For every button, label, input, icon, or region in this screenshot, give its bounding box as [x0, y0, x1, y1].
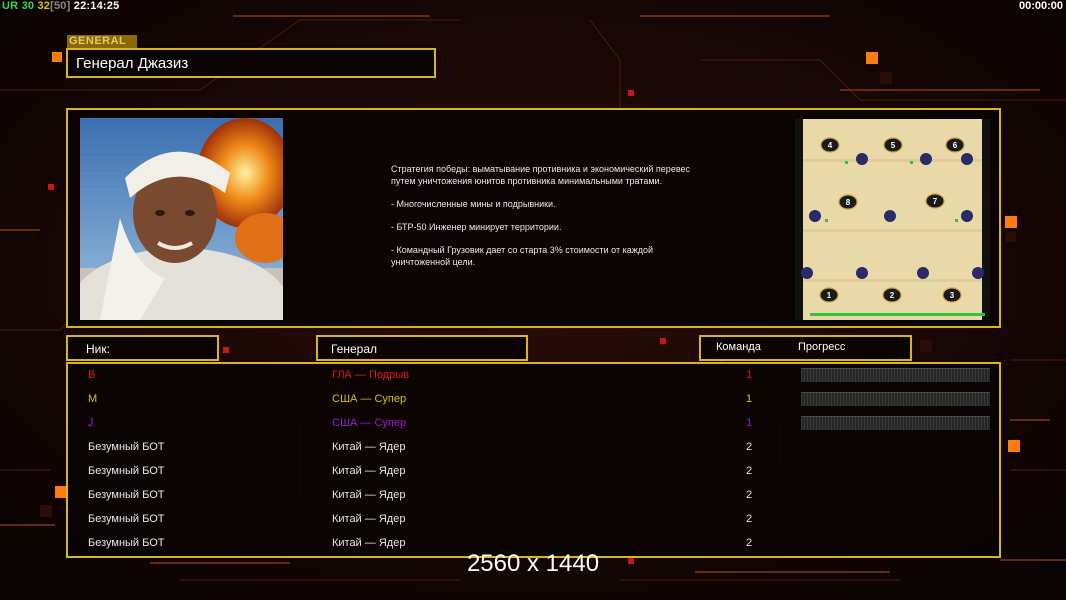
player-row[interactable]: Безумный БОТ Китай — Ядер 2 — [68, 484, 1003, 508]
spawn-label: 3 — [950, 291, 955, 300]
header-team-label: Команда — [716, 341, 761, 353]
general-name: Генерал Джазиз — [76, 55, 189, 72]
player-list: B ГЛА — Подрыв 1 M США — Супер 1 J США —… — [66, 362, 1001, 558]
loading-progress-bar — [801, 416, 990, 430]
loading-progress-bar — [801, 392, 990, 406]
player-general: ГЛА — Подрыв — [332, 369, 410, 381]
header-progress-label: Прогресс — [798, 341, 846, 353]
player-name: Безумный БОТ — [88, 489, 165, 501]
hud-stats: UR 30 32[50] 22:14:25 — [2, 0, 119, 12]
player-team: 1 — [746, 417, 753, 429]
spawn-label: 6 — [953, 141, 958, 150]
player-row[interactable]: M США — Супер 1 — [68, 388, 1003, 412]
player-name: Безумный БОТ — [88, 537, 165, 549]
player-row[interactable]: Безумный БОТ Китай — Ядер 2 — [68, 436, 1003, 460]
player-team: 2 — [746, 489, 753, 501]
player-general: Китай — Ядер — [332, 537, 406, 549]
player-team: 1 — [746, 369, 753, 381]
player-team: 1 — [746, 393, 753, 405]
player-row[interactable]: J США — Супер 1 — [68, 412, 1003, 436]
ur-value: 30 — [21, 0, 35, 12]
general-portrait — [80, 118, 283, 320]
player-name: J — [88, 417, 94, 429]
player-general: Китай — Ядер — [332, 465, 406, 477]
player-general: Китай — Ядер — [332, 489, 406, 501]
fps-value: 32 — [37, 0, 51, 12]
player-row[interactable]: B ГЛА — Подрыв 1 — [68, 364, 1003, 388]
header-name-label: Ник: — [86, 342, 110, 356]
ur-label: UR — [2, 0, 19, 12]
fps-limit: [50] — [50, 0, 71, 12]
player-name: B — [88, 369, 96, 381]
strategy-line: Стратегия победы: выматывание противника… — [391, 164, 691, 186]
strategy-line: - БТР-50 Инженер минирует территории. — [391, 222, 562, 232]
strategy-description: Стратегия победы: выматывание противника… — [391, 163, 701, 279]
player-row[interactable]: Безумный БОТ Китай — Ядер 2 — [68, 460, 1003, 484]
player-name: Безумный БОТ — [88, 465, 165, 477]
match-timer: 00:00:00 — [1018, 0, 1063, 12]
spawn-label: 1 — [827, 291, 832, 300]
strategy-line: - Командный Грузовик дает со старта 3% с… — [391, 245, 654, 267]
spawn-label: 8 — [846, 198, 851, 207]
player-name: Безумный БОТ — [88, 441, 165, 453]
player-name: Безумный БОТ — [88, 513, 165, 525]
header-name: Ник: — [66, 335, 219, 361]
clock: 22:14:25 — [73, 0, 120, 12]
player-team: 2 — [746, 513, 753, 525]
player-row[interactable]: Безумный БОТ Китай — Ядер 2 — [68, 508, 1003, 532]
strategy-line: - Многочисленные мины и подрывники. — [391, 199, 556, 209]
header-general: Генерал — [316, 335, 528, 361]
general-tag: GENERAL — [67, 35, 137, 48]
player-general: Китай — Ядер — [332, 441, 406, 453]
loading-progress-bar — [801, 368, 990, 382]
header-team-progress: Команда Прогресс — [699, 335, 912, 361]
spawn-label: 5 — [891, 141, 896, 150]
spawn-label: 7 — [933, 197, 938, 206]
spawn-label: 2 — [890, 291, 895, 300]
player-team: 2 — [746, 441, 753, 453]
player-general: США — Супер — [332, 393, 407, 405]
player-name: M — [88, 393, 98, 405]
player-general: США — Супер — [332, 417, 407, 429]
map-preview[interactable]: 4 5 6 8 7 1 2 3 — [795, 119, 990, 320]
spawn-label: 4 — [828, 141, 833, 150]
general-title-box: Генерал Джазиз — [66, 48, 436, 78]
player-general: Китай — Ядер — [332, 513, 406, 525]
resolution-overlay: 2560 x 1440 — [466, 550, 600, 577]
player-team: 2 — [746, 465, 753, 477]
header-general-label: Генерал — [331, 342, 378, 356]
player-team: 2 — [746, 537, 753, 549]
